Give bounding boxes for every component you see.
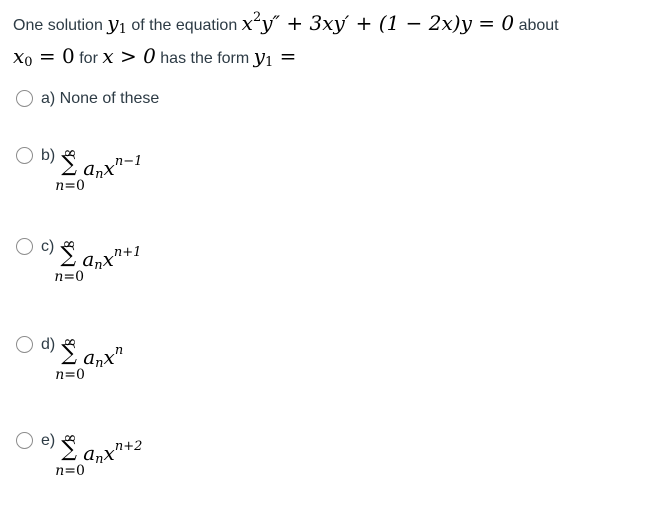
option-d-formula: ∞ ∑ anxn n=0 [55, 332, 201, 405]
option-a-label: a) None of these [41, 90, 160, 107]
question-line-2: x0 = 0 for x > 0 has the form y1 = [13, 43, 653, 76]
option-b[interactable]: b) ∞ ∑ anxn−1 n=0 [16, 143, 201, 216]
coefficient: a [82, 247, 95, 271]
lower-var: n [55, 367, 65, 383]
equation-rest: y″ + 3xy′ + (1 − 2x)y = 0 [261, 11, 515, 35]
option-c-formula: ∞ ∑ anxn+1 n=0 [54, 234, 200, 307]
equation-exponent: 2 [252, 10, 262, 25]
sum-term: anxn [83, 343, 123, 371]
option-d[interactable]: d) ∞ ∑ anxn n=0 [16, 332, 201, 405]
sum-term: anxn+2 [83, 439, 142, 467]
coefficient: a [83, 345, 96, 369]
equation-x: x [241, 11, 253, 35]
exponent: n [114, 343, 124, 358]
option-e[interactable]: e) ∞ ∑ anxn+2 n=0 [16, 428, 201, 501]
sum-lower-limit: n=0 [55, 463, 85, 479]
sum-term: anxn+1 [82, 245, 141, 273]
question-text-form: has the form [160, 50, 250, 67]
lower-eq: =0 [63, 269, 84, 285]
y1-var: y [107, 11, 119, 35]
lower-eq: =0 [64, 367, 85, 383]
variable: x [103, 345, 115, 369]
option-e-label: e) [41, 432, 56, 449]
y1-result: y1 = [253, 44, 297, 70]
option-c-label: c) [41, 238, 55, 255]
lower-eq: =0 [64, 463, 85, 479]
y1-symbol: y1 [107, 11, 127, 37]
x0-subscript: 0 [24, 55, 33, 70]
sigma-symbol: ∑ [61, 341, 77, 366]
y1-subscript: 1 [118, 22, 127, 37]
sum-lower-limit: n=0 [55, 367, 85, 383]
x0-equals: = 0 [32, 44, 75, 68]
lower-var: n [55, 178, 65, 194]
radio-button-c[interactable] [16, 238, 33, 255]
y1-result-var: y [253, 44, 265, 68]
y1-result-equals: = [273, 44, 297, 68]
question-text: One solution y1 of the equation x2y″ + 3… [13, 4, 653, 76]
sum-lower-limit: n=0 [54, 269, 84, 285]
option-d-label: d) [41, 336, 56, 353]
sum-term: anxn−1 [83, 154, 142, 182]
sigma-symbol: ∑ [61, 152, 77, 177]
option-b-label: b) [41, 147, 56, 164]
variable: x [103, 156, 115, 180]
exponent: n−1 [114, 154, 143, 169]
question-text-mid: of the equation [131, 17, 238, 34]
coefficient-subscript: n [95, 356, 104, 371]
radio-button-d[interactable] [16, 336, 33, 353]
radio-button-b[interactable] [16, 147, 33, 164]
sigma-symbol: ∑ [60, 243, 77, 268]
exponent: n+2 [114, 439, 143, 454]
option-c[interactable]: c) ∞ ∑ anxn+1 n=0 [16, 234, 200, 307]
question-text-about: about [518, 17, 559, 34]
equation: x2y″ + 3xy′ + (1 − 2x)y = 0 [241, 10, 515, 35]
option-b-formula: ∞ ∑ anxn−1 n=0 [55, 143, 201, 216]
question-line-1: One solution y1 of the equation x2y″ + 3… [13, 4, 653, 43]
lower-var: n [54, 269, 64, 285]
coefficient: a [83, 441, 96, 465]
condition: x > 0 [102, 44, 156, 68]
sum-lower-limit: n=0 [55, 178, 85, 194]
coefficient-subscript: n [94, 258, 103, 273]
variable: x [103, 441, 115, 465]
radio-button-a[interactable] [16, 90, 33, 107]
coefficient-subscript: n [95, 452, 104, 467]
x0-var: x [13, 44, 25, 68]
radio-button-e[interactable] [16, 432, 33, 449]
lower-eq: =0 [64, 178, 85, 194]
x0-symbol: x0 = 0 [13, 44, 75, 70]
option-a[interactable]: a) None of these [16, 89, 159, 108]
coefficient: a [83, 156, 96, 180]
coefficient-subscript: n [95, 167, 104, 182]
question-text-for: for [79, 50, 98, 67]
exponent: n+1 [113, 245, 142, 260]
option-e-formula: ∞ ∑ anxn+2 n=0 [55, 428, 201, 501]
lower-var: n [55, 463, 65, 479]
sigma-symbol: ∑ [61, 437, 77, 462]
variable: x [102, 247, 114, 271]
question-text-prefix: One solution [13, 17, 103, 34]
